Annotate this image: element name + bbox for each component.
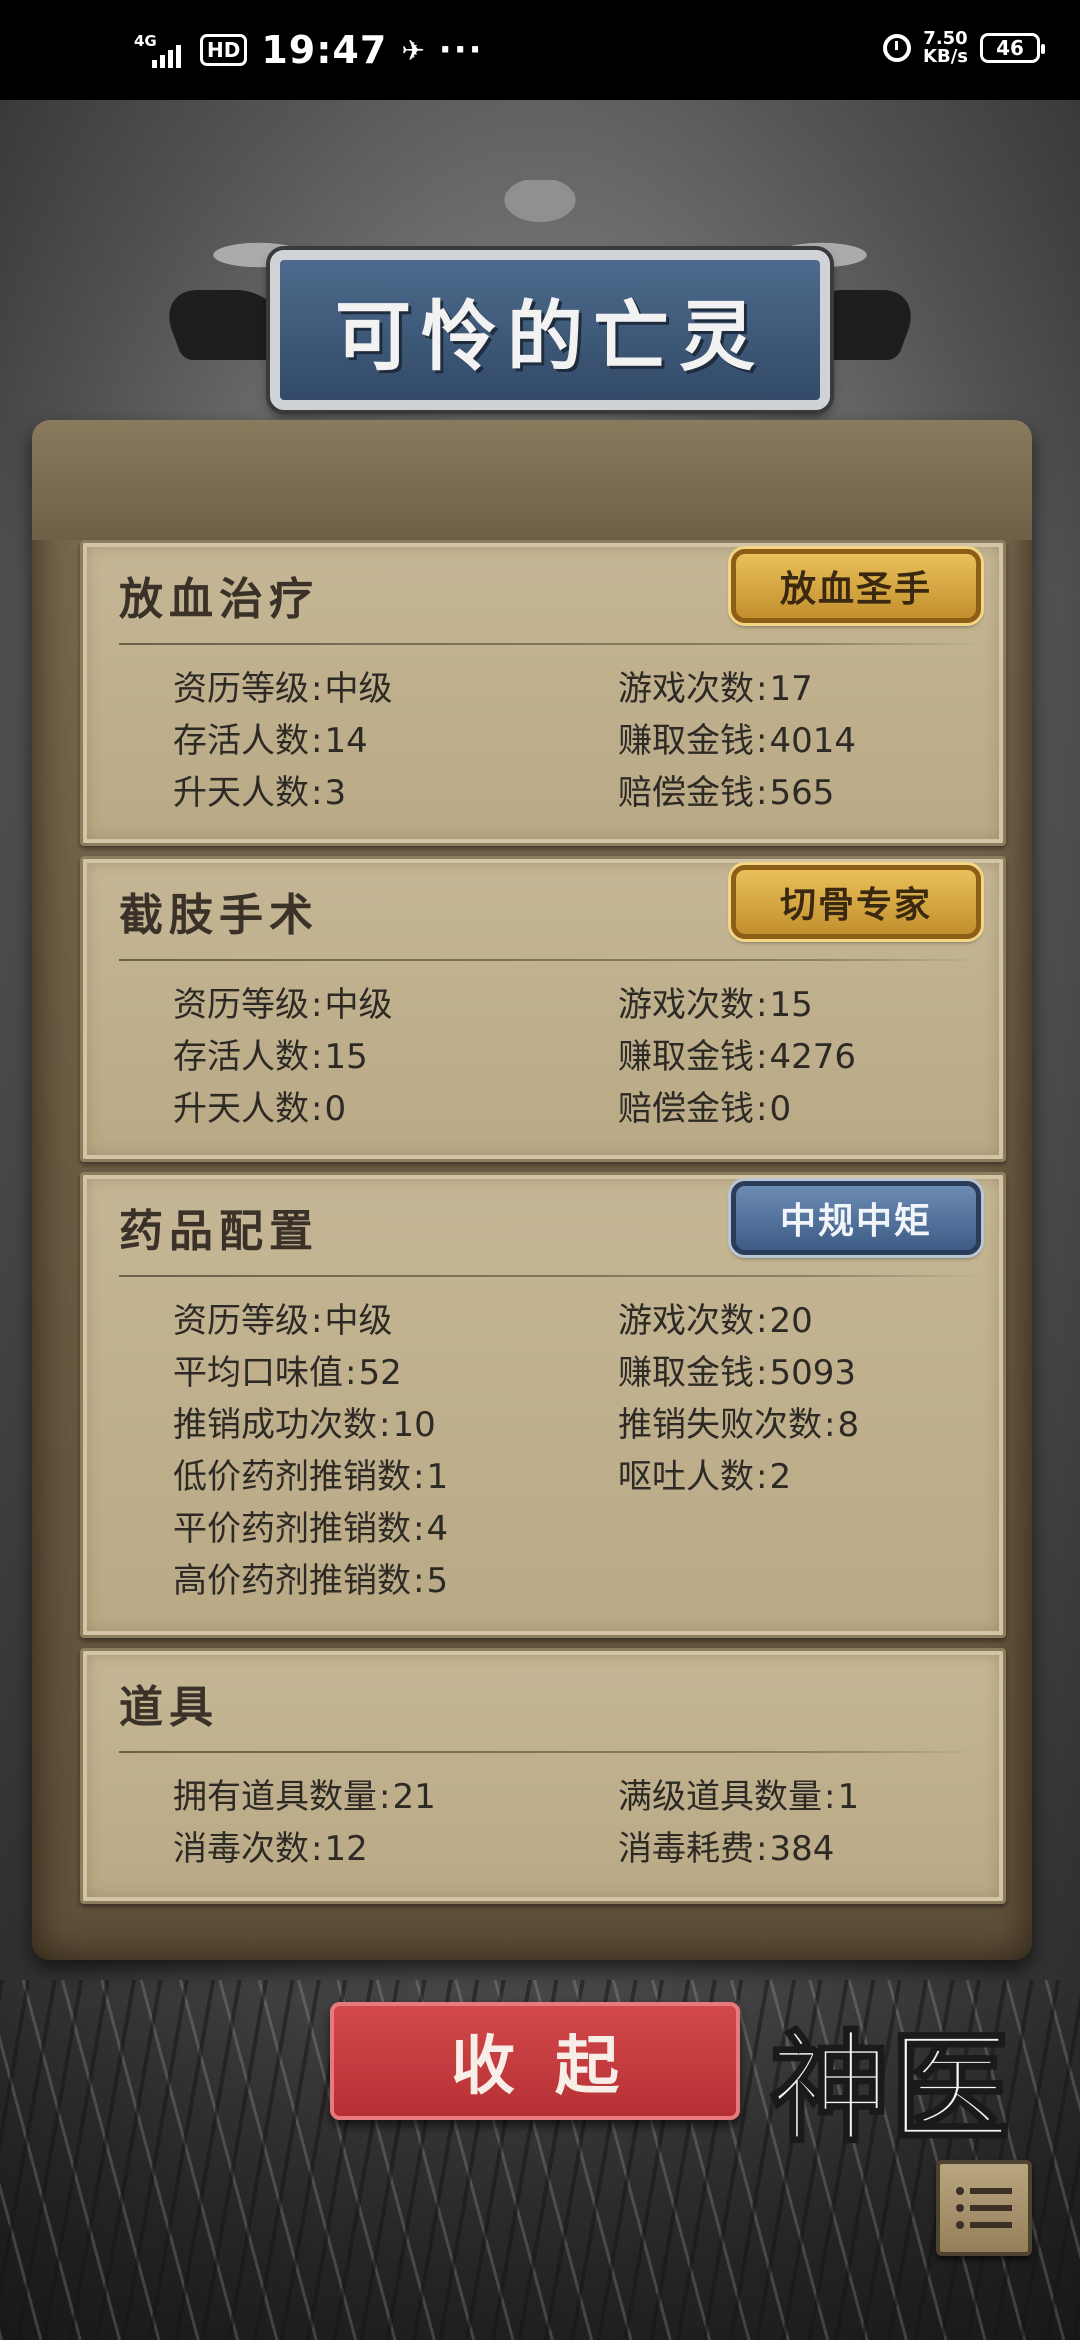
stat-item: 赚取金钱:5093 [618,1353,856,1393]
title-badge: 切骨专家 [731,865,981,939]
stat-item: 资历等级:中级 [173,1301,393,1341]
section-medicine: 药品配置 中规中矩 资历等级:中级 平均口味值:52 推销成功次数:10 低价药… [80,1172,1006,1638]
status-bar: 4G HD 19:47 ✈ ··· 7.50 KB/s 46 [0,0,1080,100]
stat-item: 升天人数:3 [173,773,347,813]
page-title: 可怜的亡灵 [335,292,765,381]
stat-item: 低价药剂推销数:1 [173,1457,449,1497]
wechat-icon: ✈ [401,33,425,67]
stat-item: 推销成功次数:10 [173,1405,436,1445]
section-amputation: 截肢手术 切骨专家 资历等级:中级 存活人数:15 升天人数:0 游戏次数:15… [80,856,1006,1162]
section-items: 道具 拥有道具数量:21 消毒次数:12 满级道具数量:1 消毒耗费:384 [80,1648,1006,1904]
section-title: 道具 [119,1682,219,1733]
svg-text:神医: 神医 [770,2018,1010,2159]
signal-icon: 4G [130,28,186,72]
stat-item: 存活人数:15 [173,1037,368,1077]
network-speed: 7.50 KB/s [923,28,968,67]
divider [119,1275,983,1277]
stat-item: 游戏次数:17 [618,669,813,709]
title-badge: 中规中矩 [731,1181,981,1255]
section-title: 截肢手术 [119,890,319,941]
menu-list-icon [956,2187,1012,2195]
stat-item: 平均口味值:52 [173,1353,402,1393]
section-title: 放血治疗 [119,574,319,625]
stat-item: 拥有道具数量:21 [173,1777,436,1817]
title-badge: 放血圣手 [731,549,981,623]
divider [119,643,983,645]
game-logo: 神医 [740,2010,1040,2161]
hd-icon: HD [200,34,248,66]
parchment-fold [32,420,1032,540]
title-sign: 可怜的亡灵 [270,250,830,410]
section-title: 药品配置 [119,1206,319,1257]
stat-item: 满级道具数量:1 [618,1777,860,1817]
stat-item: 高价药剂推销数:5 [173,1561,449,1601]
stat-item: 存活人数:14 [173,721,368,761]
stat-item: 推销失败次数:8 [618,1405,860,1445]
section-bloodletting: 放血治疗 放血圣手 资历等级:中级 存活人数:14 升天人数:3 游戏次数:17… [80,540,1006,846]
logo-mark: 神医 [769,2017,1012,2161]
menu-list-button[interactable] [936,2160,1032,2256]
divider [119,959,983,961]
alarm-icon [883,34,912,62]
stat-item: 消毒次数:12 [173,1829,368,1869]
stat-item: 赚取金钱:4014 [618,721,856,761]
stat-item: 游戏次数:15 [618,985,813,1025]
stat-item: 呕吐人数:2 [618,1457,792,1497]
stat-item: 游戏次数:20 [618,1301,813,1341]
status-time: 19:47 [261,28,388,72]
stat-item: 平价药剂推销数:4 [173,1509,449,1549]
stat-item: 升天人数:0 [173,1089,347,1129]
collapse-button[interactable]: 收起 [330,2002,740,2120]
stat-item: 赚取金钱:4276 [618,1037,856,1077]
stat-item: 资历等级:中级 [173,985,393,1025]
stat-item: 消毒耗费:384 [618,1829,835,1869]
battery-icon: 46 [980,33,1045,63]
title-banner: 可怜的亡灵 [157,180,923,430]
more-notifications-icon: ··· [438,30,484,70]
stat-item: 赔偿金钱:0 [618,1089,792,1129]
stat-item: 资历等级:中级 [173,669,393,709]
divider [119,1751,983,1753]
stat-item: 赔偿金钱:565 [618,773,835,813]
